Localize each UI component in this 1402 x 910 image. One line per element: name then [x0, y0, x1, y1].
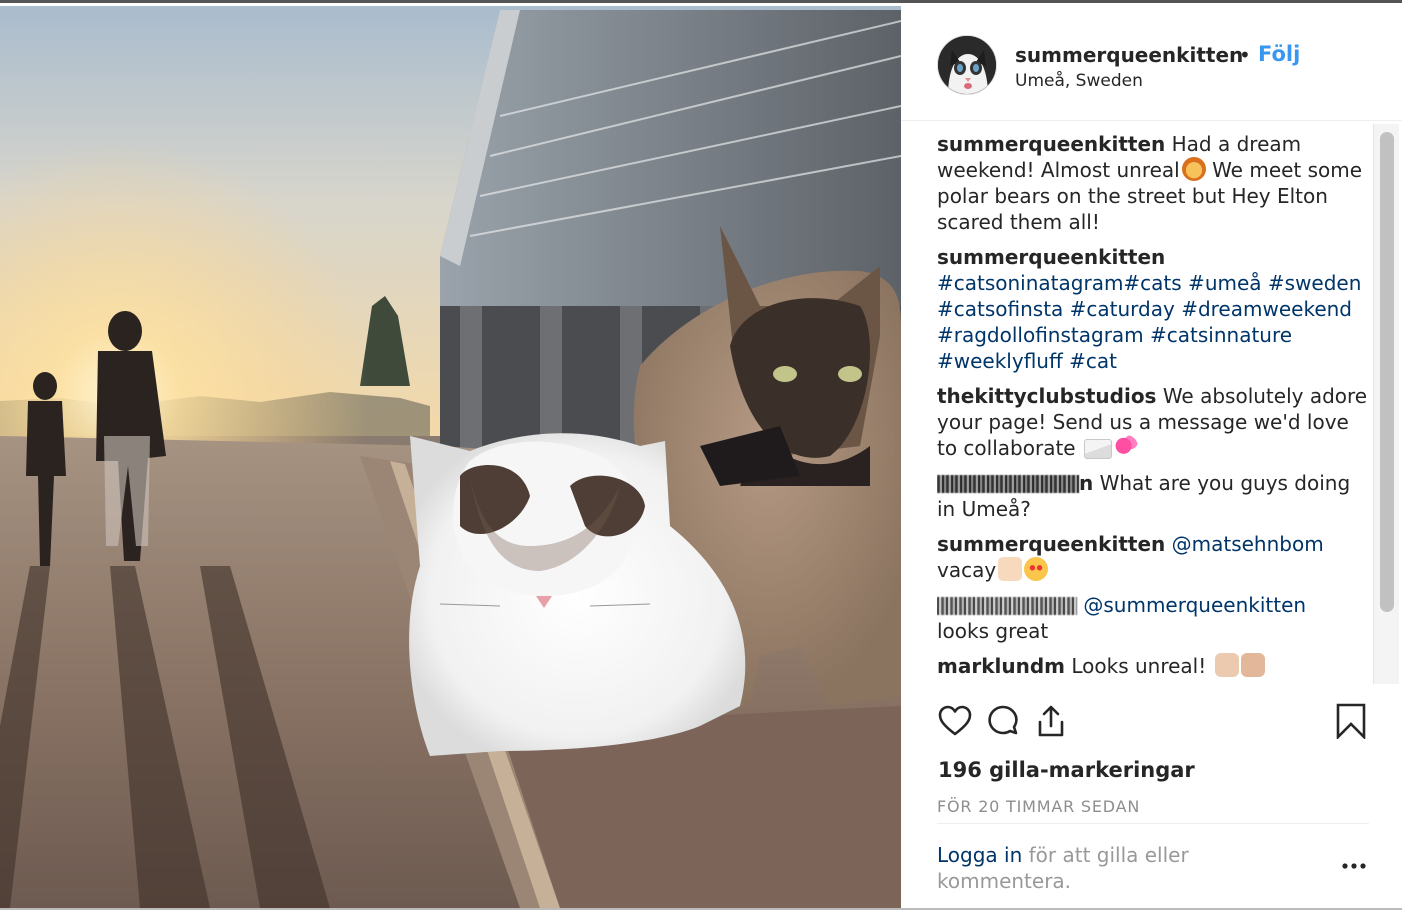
ok-hand-icon: [1240, 653, 1265, 677]
post-photo[interactable]: [0, 6, 901, 908]
post-timestamp: FÖR 20 TIMMAR SEDAN: [937, 797, 1141, 816]
login-prompt: Logga in för att gilla eller kommentera.: [937, 842, 1237, 894]
comment-username[interactable]: marklundm: [937, 654, 1065, 678]
redacted-username: [937, 475, 1079, 493]
heart-icon[interactable]: [937, 703, 973, 739]
list-item: marklundm Looks unreal!: [937, 653, 1369, 679]
post-window: summerqueenkitten • Följ Umeå, Sweden su…: [0, 0, 1402, 910]
caption: summerqueenkitten Had a dream weekend! A…: [937, 131, 1369, 235]
post-username[interactable]: summerqueenkitten: [1015, 43, 1243, 67]
comment-username[interactable]: thekittyclubstudios: [937, 384, 1156, 408]
post-location[interactable]: Umeå, Sweden: [1015, 71, 1143, 91]
post-sidebar: summerqueenkitten • Följ Umeå, Sweden su…: [901, 6, 1402, 908]
photo-illustration: [0, 6, 901, 908]
bookmark-icon[interactable]: [1333, 703, 1369, 741]
comment-text: Looks unreal!: [1071, 654, 1207, 678]
heart-eyes-cat-icon: [1024, 557, 1049, 581]
comment-icon[interactable]: [985, 703, 1021, 739]
scrollbar-thumb[interactable]: [1380, 132, 1394, 612]
envelope-icon: [1083, 439, 1112, 459]
list-item: thekittyclubstudios We absolutely adore …: [937, 383, 1369, 461]
more-options-icon[interactable]: [1339, 858, 1369, 874]
thumbs-up-icon: [998, 557, 1023, 581]
mention-link[interactable]: @matsehnbom: [1172, 532, 1324, 556]
separator-dot: •: [1239, 43, 1251, 67]
list-item: summerqueenkitten @matsehnbom vacay: [937, 531, 1369, 583]
lion-face-icon: [1181, 157, 1206, 181]
comment-list: summerqueenkitten Had a dream weekend! A…: [937, 131, 1369, 679]
two-hearts-icon: [1113, 435, 1138, 459]
list-item: n What are you guys doing in Umeå?: [937, 470, 1369, 522]
comment-username-redacted[interactable]: n: [937, 471, 1093, 495]
mention-link[interactable]: @summerqueenkitten: [1083, 593, 1306, 617]
post-header: summerqueenkitten • Följ Umeå, Sweden: [901, 6, 1402, 121]
login-link[interactable]: Logga in: [937, 843, 1022, 867]
comment-username[interactable]: summerqueenkitten: [937, 132, 1165, 156]
comment-username-redacted[interactable]: [937, 593, 1077, 617]
hashtag-list[interactable]: #catsoninatagram#cats #umeå #sweden #cat…: [937, 271, 1361, 373]
comment-username[interactable]: summerqueenkitten: [937, 532, 1165, 556]
comment-text: looks great: [937, 619, 1049, 643]
list-item: @summerqueenkitten looks great: [937, 592, 1369, 644]
comment-text: vacay: [937, 558, 997, 582]
like-count[interactable]: 196 gilla-markeringar: [938, 758, 1195, 782]
avatar[interactable]: [937, 35, 997, 95]
comment-username[interactable]: summerqueenkitten: [937, 245, 1165, 269]
follow-button[interactable]: Följ: [1258, 42, 1300, 66]
action-bar: [937, 703, 1369, 741]
ok-hand-icon: [1214, 653, 1239, 677]
divider: [937, 823, 1369, 824]
share-icon[interactable]: [1033, 703, 1069, 739]
list-item: summerqueenkitten #catsoninatagram#cats …: [937, 244, 1369, 374]
redacted-username: [937, 597, 1077, 615]
comments-scrollbar[interactable]: [1373, 124, 1399, 684]
